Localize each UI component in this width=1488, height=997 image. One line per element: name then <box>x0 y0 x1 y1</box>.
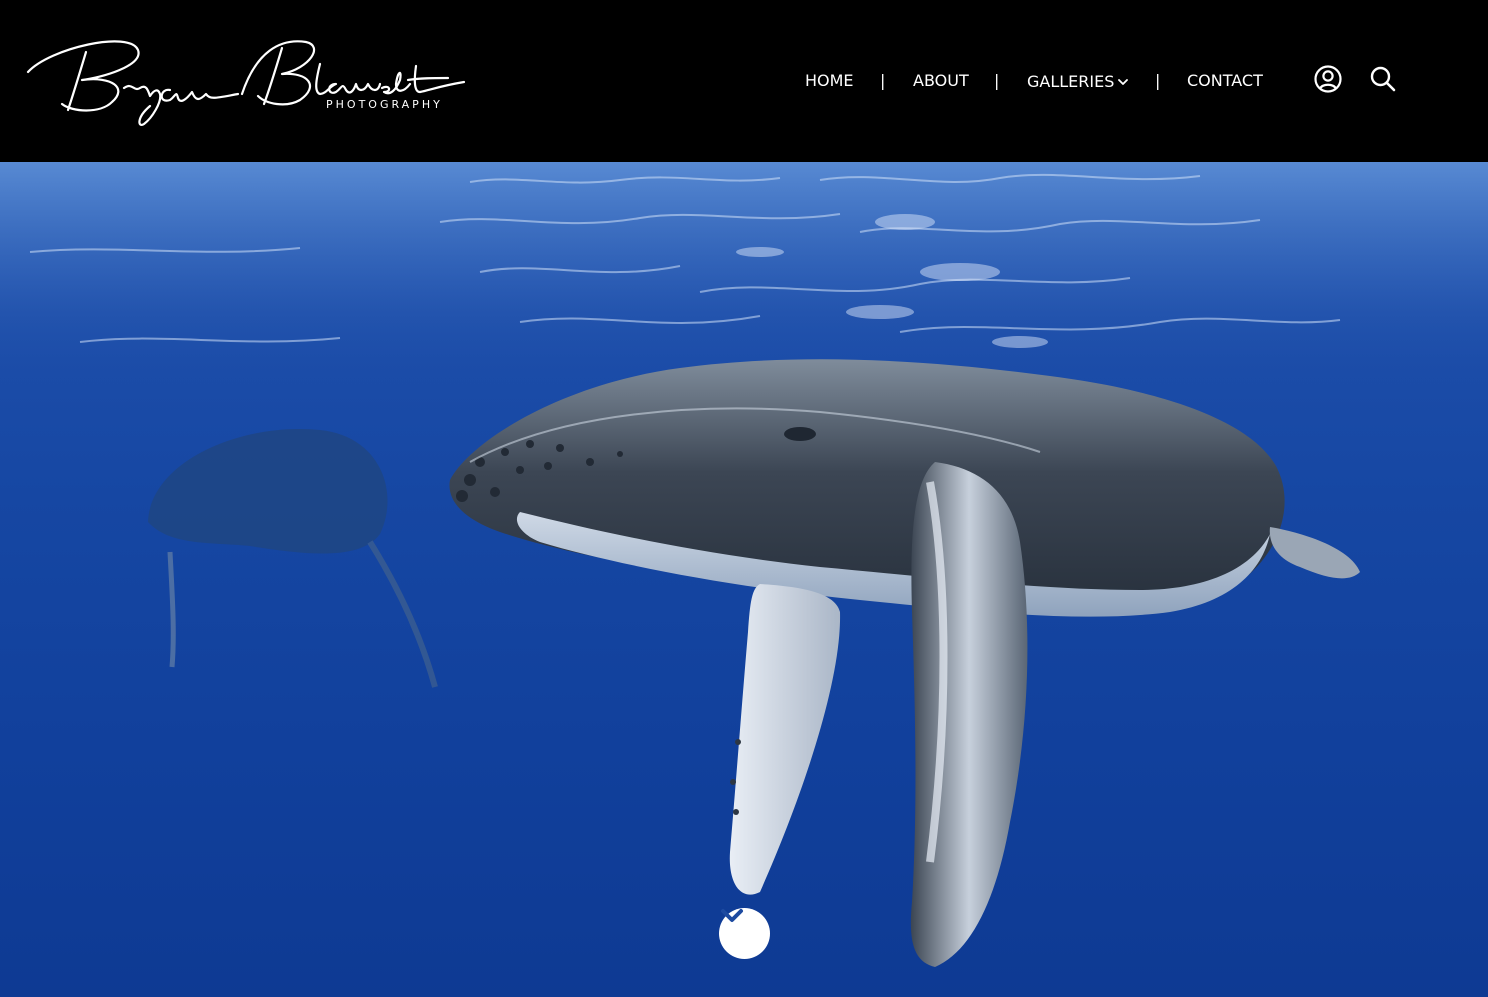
search-icon[interactable] <box>1368 64 1398 94</box>
scroll-down-button[interactable] <box>719 908 770 959</box>
account-icon[interactable] <box>1313 64 1343 94</box>
nav-separator: | <box>994 71 1000 90</box>
chevron-down-icon <box>1118 70 1129 92</box>
nav-home-link[interactable]: HOME <box>805 70 854 92</box>
nav-contact-link[interactable]: CONTACT <box>1187 70 1263 92</box>
site-header: PHOTOGRAPHY HOME | ABOUT | GALLERIES | C… <box>0 0 1488 162</box>
logo-subtitle: PHOTOGRAPHY <box>326 98 443 111</box>
nav-separator: | <box>880 71 886 90</box>
nav-separator: | <box>1155 71 1161 90</box>
nav-galleries-label: GALLERIES <box>1027 72 1115 91</box>
hero-whale-image <box>0 162 1488 967</box>
hero-banner <box>0 162 1488 997</box>
site-logo[interactable]: PHOTOGRAPHY <box>20 30 470 130</box>
nav-about-link[interactable]: ABOUT <box>913 70 969 92</box>
logo-script-signature <box>26 40 466 126</box>
chevron-down-icon <box>721 909 743 922</box>
nav-galleries-link[interactable]: GALLERIES <box>1027 70 1129 93</box>
